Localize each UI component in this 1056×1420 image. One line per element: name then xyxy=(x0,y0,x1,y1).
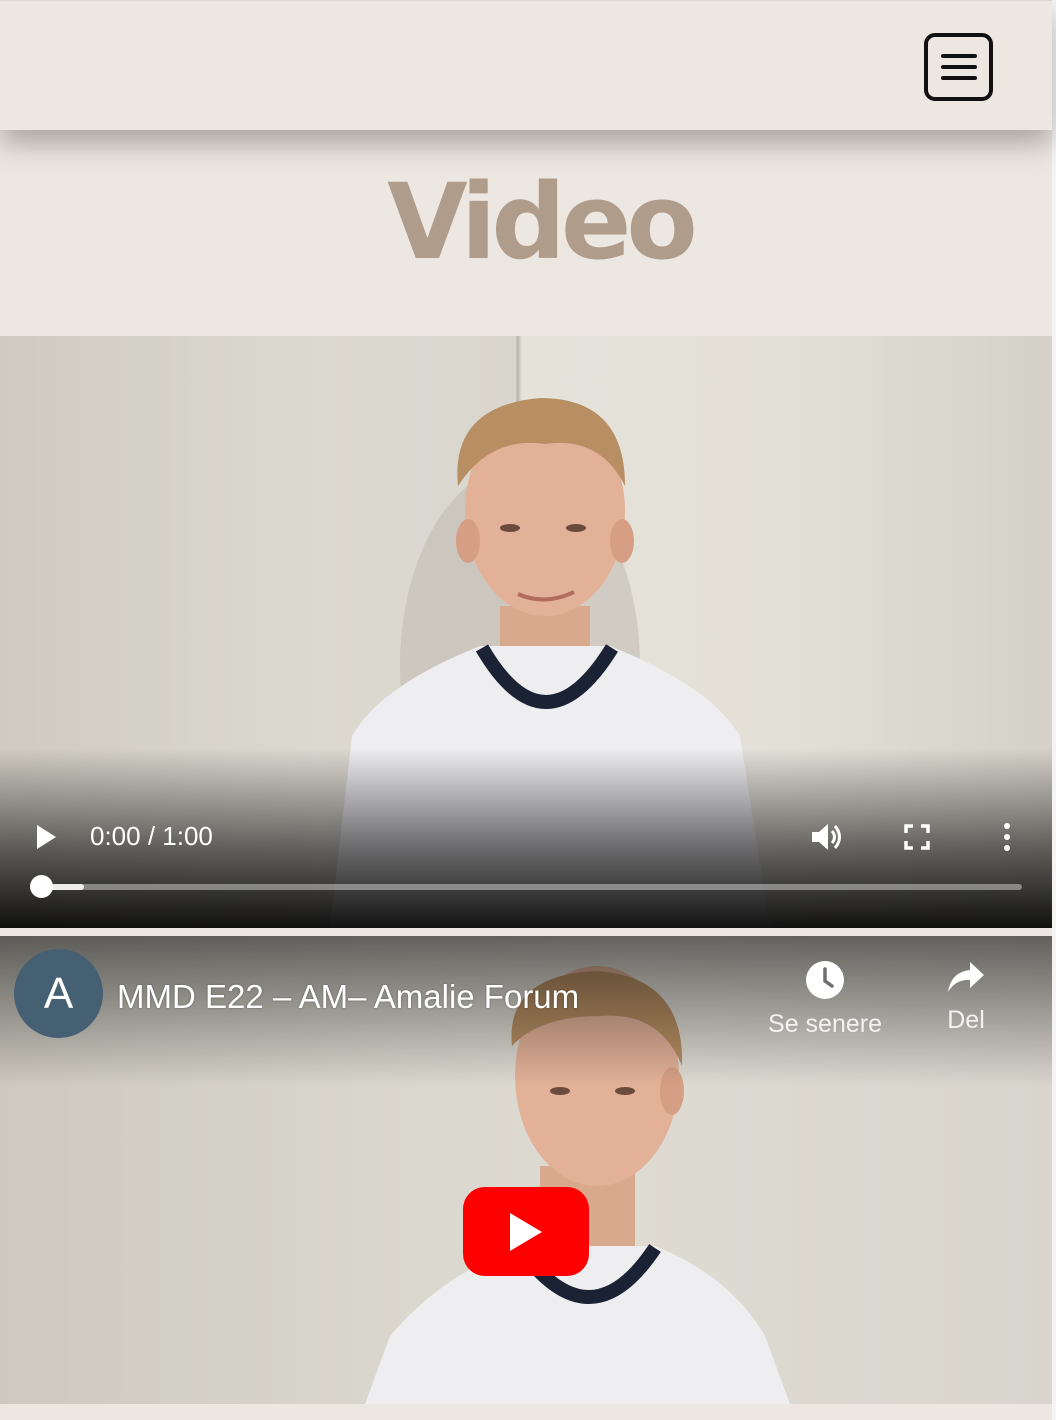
youtube-video-title[interactable]: MMD E22 – AM– Amalie Forum xyxy=(117,978,579,1016)
progress-scrubber[interactable] xyxy=(30,875,53,898)
channel-avatar[interactable]: A xyxy=(14,949,103,1038)
more-options-icon[interactable] xyxy=(1000,822,1014,852)
hamburger-menu-icon xyxy=(940,54,977,80)
title-section: Video xyxy=(0,130,1052,336)
play-icon xyxy=(510,1212,542,1251)
site-header xyxy=(0,0,1052,130)
share-button[interactable]: Del xyxy=(930,960,1002,1035)
page-title: Video xyxy=(387,161,698,283)
progress-bar[interactable] xyxy=(34,884,1022,890)
volume-icon[interactable] xyxy=(810,822,844,852)
time-display: 0:00 / 1:00 xyxy=(90,821,213,851)
share-arrow-icon xyxy=(948,962,984,992)
video-player[interactable]: 0:00 / 1:00 xyxy=(0,336,1052,928)
menu-button[interactable] xyxy=(924,33,993,101)
video-separator xyxy=(0,928,1052,936)
scrollbar-edge xyxy=(1052,0,1056,1420)
watch-later-label: Se senere xyxy=(768,1010,882,1038)
youtube-play-button[interactable] xyxy=(463,1187,589,1276)
watch-later-button[interactable]: Se senere xyxy=(760,960,890,1039)
clock-icon xyxy=(806,961,844,999)
share-label: Del xyxy=(947,1006,985,1034)
page-bottom xyxy=(0,1404,1056,1420)
play-icon[interactable] xyxy=(34,824,58,850)
youtube-embed[interactable]: A MMD E22 – AM– Amalie Forum Se senere D… xyxy=(0,936,1052,1404)
fullscreen-icon[interactable] xyxy=(904,824,930,850)
